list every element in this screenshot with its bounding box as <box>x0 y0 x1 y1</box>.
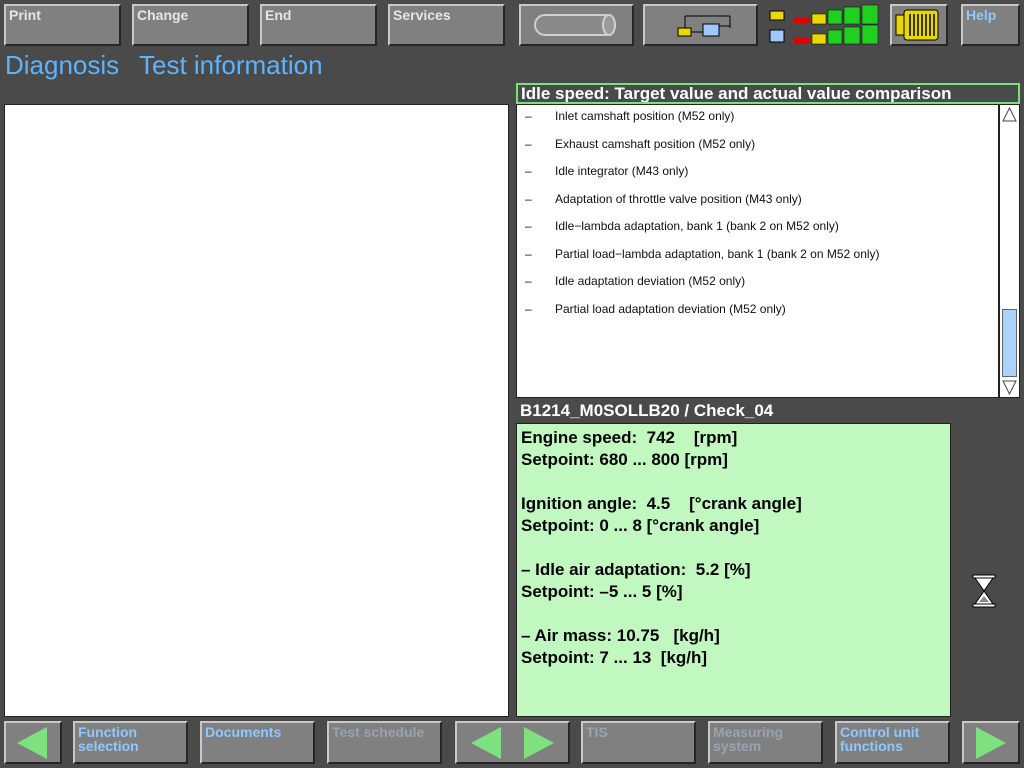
scroll-down-icon[interactable] <box>1001 379 1018 396</box>
engine-speed-setpoint: Setpoint: 680 ... 800 [rpm] <box>521 450 728 469</box>
idle-air-adaptation-setpoint: Setpoint: –5 ... 5 [%] <box>521 582 683 601</box>
measurement-values: Engine speed: 742 [rpm] Setpoint: 680 ..… <box>516 423 951 717</box>
back-button[interactable] <box>4 721 62 764</box>
air-mass-value: – Air mass: 10.75 [kg/h] <box>521 626 720 645</box>
page-title-diagnosis: Diagnosis <box>5 50 120 80</box>
info-list: – Inlet camshaft position (M52 only) – Exh… <box>516 104 999 398</box>
documents-button[interactable]: Documents <box>200 721 315 764</box>
signal-level-icon <box>766 4 881 46</box>
scroll-up-icon[interactable] <box>1001 106 1018 123</box>
connection-status-icon[interactable] <box>643 4 758 46</box>
engine-speed-value: Engine speed: 742 [rpm] <box>521 428 738 447</box>
scroll-thumb[interactable] <box>1002 309 1017 377</box>
change-button[interactable]: Change <box>132 4 249 46</box>
ignition-angle-value: Ignition angle: 4.5 [°crank angle] <box>521 494 802 513</box>
previous-page-icon[interactable] <box>471 727 501 759</box>
diagnostic-connector-icon <box>895 9 939 41</box>
network-icon <box>677 15 731 37</box>
measurement-title: B1214_M0SOLLB20 / Check_04 <box>520 401 774 420</box>
list-item: – Partial load−lambda adaptation, bank 1 … <box>525 247 880 261</box>
idle-air-adaptation-value: – Idle air adaptation: 5.2 [%] <box>521 560 751 579</box>
function-selection-button[interactable]: Function selection <box>73 721 188 764</box>
list-item: – Partial load adaptation deviation (M52 … <box>525 302 786 316</box>
cable-status-icon[interactable] <box>519 4 634 46</box>
test-schedule-button[interactable]: Test schedule <box>327 721 442 764</box>
arrow-right-icon <box>976 727 1006 759</box>
list-item: – Idle integrator (M43 only) <box>525 164 689 178</box>
graphic-panel <box>4 104 509 717</box>
list-item: – Idle−lambda adaptation, bank 1 (bank 2 … <box>525 219 839 233</box>
tis-button[interactable]: TIS <box>581 721 696 764</box>
info-panel-title: Idle speed: Target value and actual valu… <box>516 83 1020 104</box>
end-button[interactable]: End <box>260 4 377 46</box>
control-unit-functions-button[interactable]: Control unit functions <box>835 721 950 764</box>
hourglass-icon <box>970 574 998 608</box>
page-title-test-information: Test information <box>139 50 323 80</box>
list-item: – Idle adaptation deviation (M52 only) <box>525 274 746 288</box>
next-page-icon[interactable] <box>524 727 554 759</box>
list-item: – Inlet camshaft position (M52 only) <box>525 109 735 123</box>
page-navigation-buttons[interactable] <box>455 721 570 764</box>
list-item: – Adaptation of throttle valve position (… <box>525 192 802 206</box>
print-button[interactable]: Print <box>4 4 121 46</box>
air-mass-setpoint: Setpoint: 7 ... 13 [kg/h] <box>521 648 708 667</box>
forward-button[interactable] <box>962 721 1020 764</box>
connector-status-icon[interactable] <box>890 4 948 46</box>
cable-icon <box>534 14 616 36</box>
list-item: – Exhaust camshaft position (M52 only) <box>525 137 756 151</box>
help-button[interactable]: Help <box>961 4 1020 46</box>
info-list-scrollbar[interactable] <box>999 104 1020 398</box>
arrow-left-icon <box>17 727 47 759</box>
ignition-angle-setpoint: Setpoint: 0 ... 8 [°crank angle] <box>521 516 760 535</box>
measuring-system-button[interactable]: Measuring system <box>708 721 823 764</box>
services-button[interactable]: Services <box>388 4 505 46</box>
